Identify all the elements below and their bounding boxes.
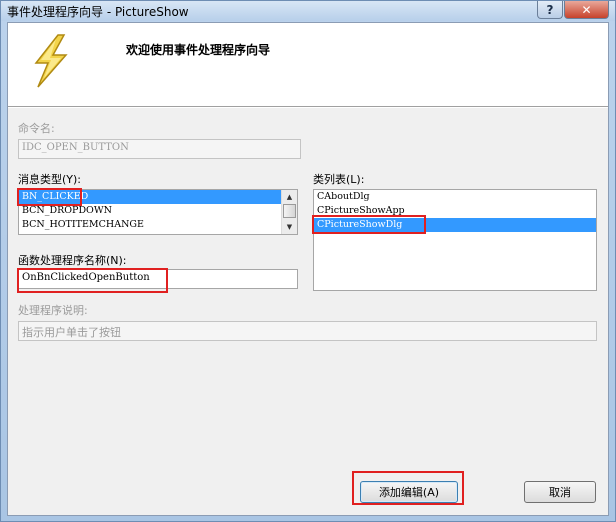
message-type-list[interactable]: BN_CLICKED BCN_DROPDOWN BCN_HOTITEMCHANG… — [18, 189, 298, 235]
handler-description-field: 指示用户单击了按钮 — [18, 321, 597, 341]
list-item[interactable]: CPictureShowApp — [314, 204, 596, 218]
scroll-up-icon[interactable]: ▲ — [282, 190, 297, 204]
message-type-label: 消息类型(Y): — [18, 173, 82, 186]
command-name-field: IDC_OPEN_BUTTON — [18, 139, 301, 159]
list-item[interactable]: BCN_DROPDOWN — [19, 204, 297, 218]
wizard-header: 欢迎使用事件处理程序向导 — [8, 23, 608, 107]
help-icon: ? — [546, 2, 554, 17]
window-title: 事件处理程序向导 - PictureShow — [7, 5, 189, 19]
scroll-thumb[interactable] — [283, 204, 296, 218]
title-bar[interactable]: 事件处理程序向导 - PictureShow ? ✕ — [1, 1, 615, 21]
cancel-button[interactable]: 取消 — [524, 481, 596, 503]
message-type-scrollbar[interactable]: ▲ ▼ — [281, 190, 297, 234]
scroll-down-icon[interactable]: ▼ — [282, 220, 297, 234]
dialog-body: 欢迎使用事件处理程序向导 命令名: IDC_OPEN_BUTTON 消息类型(Y… — [7, 22, 609, 516]
help-button[interactable]: ? — [537, 1, 563, 19]
header-divider — [8, 107, 608, 108]
list-item[interactable]: BN_CLICKED — [19, 190, 297, 204]
lightning-bolt-icon — [34, 34, 68, 88]
close-icon: ✕ — [581, 2, 592, 17]
class-list[interactable]: CAboutDlg CPictureShowApp CPictureShowDl… — [313, 189, 597, 291]
class-list-label: 类列表(L): — [313, 173, 365, 186]
add-edit-button[interactable]: 添加编辑(A) — [360, 481, 458, 503]
wizard-title: 欢迎使用事件处理程序向导 — [126, 43, 271, 57]
handler-name-label: 函数处理程序名称(N): — [18, 254, 127, 267]
handler-name-input[interactable]: OnBnClickedOpenButton — [18, 269, 298, 289]
wizard-window: 事件处理程序向导 - PictureShow ? ✕ 欢迎使用事件处理程序向导 … — [0, 0, 616, 522]
handler-description-label: 处理程序说明: — [18, 304, 88, 317]
command-name-label: 命令名: — [18, 122, 55, 135]
list-item[interactable]: CPictureShowDlg — [314, 218, 596, 232]
close-button[interactable]: ✕ — [564, 1, 609, 19]
list-item[interactable]: CAboutDlg — [314, 190, 596, 204]
list-item[interactable]: BCN_HOTITEMCHANGE — [19, 218, 297, 232]
